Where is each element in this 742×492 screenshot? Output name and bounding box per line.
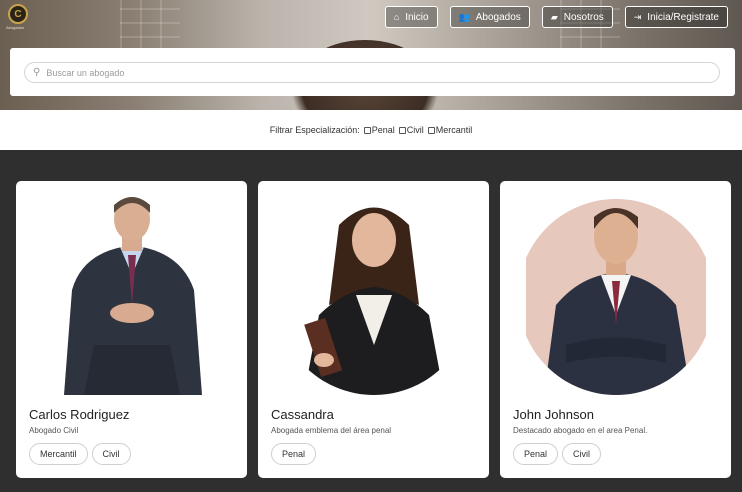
search-panel: ⚲ [10,48,735,96]
tag-civil[interactable]: Civil [562,443,602,465]
nav-label: Inicia/Registrate [647,11,719,23]
checkbox[interactable] [427,126,435,134]
users-icon: 👥 [458,11,470,22]
nav-login-button[interactable]: ⇥ Inicia/Registrate [624,6,728,28]
tag-civil[interactable]: Civil [91,443,131,465]
lawyer-photo [526,199,706,395]
specialization-tags: Penal Civil [513,443,602,465]
tag-penal[interactable]: Penal [513,443,559,465]
nav-inicio-button[interactable]: ⌂ Inicio [384,6,438,28]
filter-option-penal[interactable]: Penal [363,125,395,135]
nav-label: Nosotros [563,11,604,23]
lawyer-photo [42,195,222,395]
nav-nosotros-button[interactable]: ▰ Nosotros [541,6,613,28]
filter-option-label: Penal [371,125,395,135]
checkbox[interactable] [398,126,406,134]
lawyer-description: Destacado abogado en el area Penal. [513,426,648,435]
brand-logo[interactable]: C [8,4,28,24]
hero-banner: C Abogados ⌂ Inicio 👥 Abogados ▰ Nosotro… [0,0,742,110]
nav-label: Inicio [405,11,429,23]
nav-abogados-button[interactable]: 👥 Abogados [449,6,530,28]
top-nav: ⌂ Inicio 👥 Abogados ▰ Nosotros ⇥ Inicia/… [384,6,728,28]
tag-mercantil[interactable]: Mercantil [29,443,88,465]
lawyer-card[interactable]: Cassandra Abogada emblema del área penal… [258,181,489,478]
checkbox[interactable] [363,126,371,134]
search-box: ⚲ [24,62,720,83]
brand-caption: Abogados [6,25,25,30]
filter-label: Filtrar Especialización: [269,125,360,135]
lawyer-name: Cassandra [271,407,334,422]
home-icon: ⌂ [393,11,400,22]
search-input[interactable] [46,67,697,78]
tag-penal[interactable]: Penal [271,443,317,465]
filter-option-label: Mercantil [435,125,473,135]
lawyer-name: Carlos Rodriguez [29,407,130,422]
specialization-tags: Mercantil Civil [29,443,131,465]
lawyer-card[interactable]: John Johnson Destacado abogado en el are… [500,181,731,478]
lawyer-name: John Johnson [513,407,594,422]
lawyer-description: Abogada emblema del área penal [271,426,392,435]
search-icon: ⚲ [33,67,41,78]
sign-in-icon: ⇥ [633,11,642,22]
lawyer-photo [284,199,464,395]
lawyer-card[interactable]: Carlos Rodriguez Abogado Civil Mercantil… [16,181,247,478]
filter-option-mercantil[interactable]: Mercantil [427,125,473,135]
book-icon: ▰ [550,11,558,22]
lawyer-description: Abogado Civil [29,426,79,435]
background-window [120,0,180,52]
nav-label: Abogados [475,11,521,23]
lawyer-cards: Carlos Rodriguez Abogado Civil Mercantil… [16,181,731,478]
specialization-tags: Penal [271,443,317,465]
specialization-filter: Filtrar Especialización: Penal Civil Mer… [0,110,742,150]
filter-option-label: Civil [406,125,424,135]
filter-option-civil[interactable]: Civil [398,125,424,135]
